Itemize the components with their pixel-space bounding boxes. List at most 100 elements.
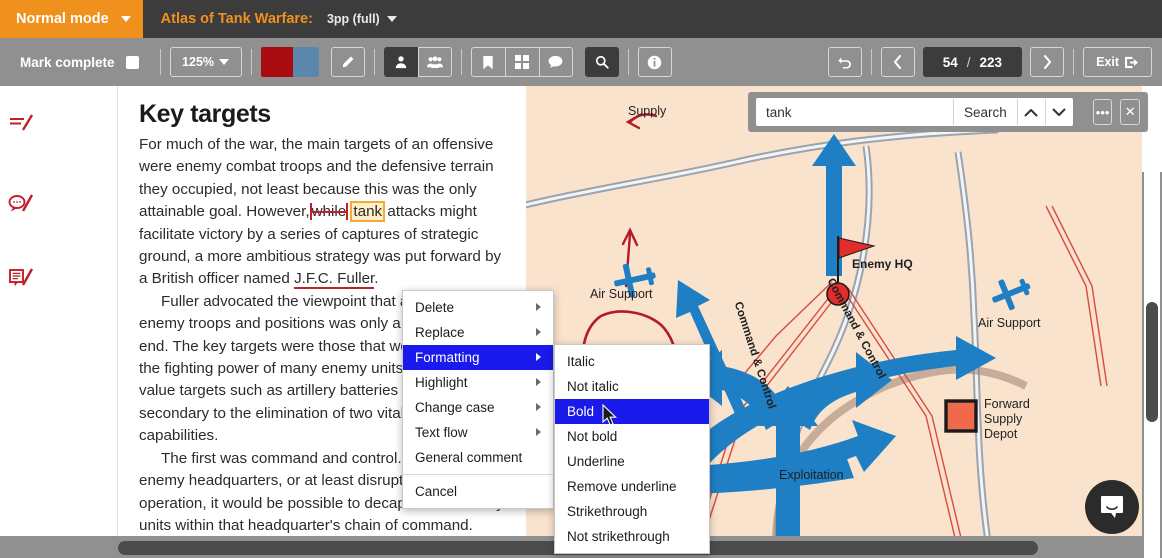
mark-complete-toggle[interactable]: Mark complete xyxy=(10,55,151,70)
supply-label: Supply xyxy=(628,104,667,118)
chevron-right-icon xyxy=(1043,55,1051,69)
divider xyxy=(870,49,872,75)
current-page: 54 xyxy=(942,54,958,70)
note-mark-icon xyxy=(9,268,34,286)
people-button[interactable] xyxy=(417,47,452,77)
close-icon: ✕ xyxy=(1124,104,1136,119)
page-title: Key targets xyxy=(139,100,271,128)
context-menu-item-cancel[interactable]: Cancel xyxy=(403,479,553,504)
document-variant-selector[interactable]: 3pp (full) xyxy=(327,0,397,38)
comment-icon xyxy=(548,55,563,68)
formatting-mark[interactable] xyxy=(8,114,34,141)
cursor-arrow-icon xyxy=(602,403,617,426)
page-indicator[interactable]: 54 / 223 xyxy=(922,47,1023,77)
submenu-item-not-italic[interactable]: Not italic xyxy=(555,374,709,399)
formatting-submenu[interactable]: Italic Not italic Bold Not bold Underlin… xyxy=(554,344,710,554)
context-menu-item-label: Highlight xyxy=(415,374,468,390)
submenu-item-bold[interactable]: Bold xyxy=(555,399,709,424)
context-menu-item-highlight[interactable]: Highlight xyxy=(403,370,553,395)
person-button[interactable] xyxy=(383,47,418,77)
undo-button[interactable] xyxy=(827,47,862,77)
vertical-scrollbar-thumb[interactable] xyxy=(1146,302,1158,422)
chevron-down-icon xyxy=(1052,108,1066,116)
air-support-label-left: Air Support xyxy=(590,287,653,301)
grid-button[interactable] xyxy=(504,47,539,77)
submenu-item-remove-underline[interactable]: Remove underline xyxy=(555,474,709,499)
document-title: Atlas of Tank Warfare: xyxy=(143,0,327,38)
next-page-button[interactable] xyxy=(1030,47,1065,77)
search-submit-button[interactable]: Search xyxy=(953,99,1017,125)
submenu-item-strikethrough[interactable]: Strikethrough xyxy=(555,499,709,524)
logout-icon xyxy=(1125,56,1139,68)
divider xyxy=(250,49,252,75)
context-menu-item-formatting[interactable]: Formatting xyxy=(403,345,553,370)
chat-launcher-button[interactable] xyxy=(1085,480,1139,534)
total-pages: 223 xyxy=(979,54,1003,70)
divider xyxy=(159,49,161,75)
search-input[interactable] xyxy=(756,99,953,125)
submenu-arrow-icon xyxy=(536,403,541,411)
context-menu-item-label: Text flow xyxy=(415,424,468,440)
grid-icon xyxy=(515,55,530,69)
bookmark-button[interactable] xyxy=(470,47,505,77)
exit-button[interactable]: Exit xyxy=(1083,47,1152,77)
airplane-icon-right xyxy=(992,278,1031,311)
mark-complete-checkbox[interactable] xyxy=(125,55,139,69)
search-button[interactable] xyxy=(584,47,619,77)
forward-supply-depot-marker xyxy=(944,399,978,433)
submenu-item-label: Bold xyxy=(567,403,595,419)
previous-page-button[interactable] xyxy=(880,47,915,77)
chevron-down-icon xyxy=(386,16,397,22)
info-button[interactable] xyxy=(637,47,672,77)
struck-word[interactable]: while xyxy=(309,203,349,221)
context-menu-item-general-comment[interactable]: General comment xyxy=(403,445,553,470)
exit-label: Exit xyxy=(1096,55,1119,69)
search-icon xyxy=(595,55,609,69)
submenu-item-not-strikethrough[interactable]: Not strikethrough xyxy=(555,524,709,549)
submenu-item-not-bold[interactable]: Not bold xyxy=(555,424,709,449)
submenu-arrow-icon xyxy=(536,328,541,336)
view-mode-group xyxy=(383,47,452,77)
submenu-item-label: Strikethrough xyxy=(567,503,648,519)
divider xyxy=(1073,49,1075,75)
search-next-button[interactable] xyxy=(1044,99,1073,125)
search-close-button[interactable]: ✕ xyxy=(1120,99,1140,125)
context-menu-item-label: Delete xyxy=(415,299,455,315)
comment-button[interactable] xyxy=(538,47,573,77)
context-menu-item-delete[interactable]: Delete xyxy=(403,295,553,320)
margin-rail xyxy=(0,86,118,542)
mode-selector[interactable]: Normal mode xyxy=(0,0,143,38)
note-mark[interactable] xyxy=(8,268,34,295)
submenu-item-underline[interactable]: Underline xyxy=(555,449,709,474)
color-swatch-button[interactable] xyxy=(260,47,319,77)
zoom-level-button[interactable]: 125% xyxy=(169,47,242,77)
underlined-name[interactable]: J.F.C. Fuller xyxy=(294,270,375,290)
submenu-item-italic[interactable]: Italic xyxy=(555,349,709,374)
swatch-secondary-color xyxy=(293,47,319,77)
title-bar: Normal mode Atlas of Tank Warfare: 3pp (… xyxy=(0,0,1162,38)
context-menu-item-label: General comment xyxy=(415,449,523,465)
info-icon xyxy=(647,55,662,69)
search-field[interactable]: Search xyxy=(756,98,1073,126)
document-variant-label: 3pp (full) xyxy=(326,12,380,26)
pencil-button[interactable] xyxy=(330,47,365,77)
search-more-button[interactable]: ••• xyxy=(1092,99,1113,125)
submenu-item-label: Not italic xyxy=(567,378,619,394)
submenu-arrow-icon xyxy=(536,303,541,311)
submenu-item-label: Italic xyxy=(567,353,595,369)
toolbar: Mark complete 125% 54 / 223 Exit xyxy=(0,38,1162,86)
enemy-hq-label: Enemy HQ xyxy=(852,257,913,271)
search-highlight[interactable]: tank xyxy=(350,201,386,223)
vertical-scrollbar[interactable] xyxy=(1142,172,1162,558)
context-menu-item-label: Cancel xyxy=(415,483,458,499)
context-menu-item-text-flow[interactable]: Text flow xyxy=(403,420,553,445)
context-menu[interactable]: Delete Replace Formatting Highlight Chan… xyxy=(402,290,554,509)
submenu-arrow-icon xyxy=(536,428,541,436)
swatch-primary-color xyxy=(260,47,294,77)
context-menu-item-change-case[interactable]: Change case xyxy=(403,395,553,420)
context-menu-item-replace[interactable]: Replace xyxy=(403,320,553,345)
search-submit-label: Search xyxy=(964,104,1007,120)
search-prev-button[interactable] xyxy=(1016,99,1045,125)
person-icon xyxy=(395,56,407,69)
comment-mark[interactable] xyxy=(8,194,34,221)
